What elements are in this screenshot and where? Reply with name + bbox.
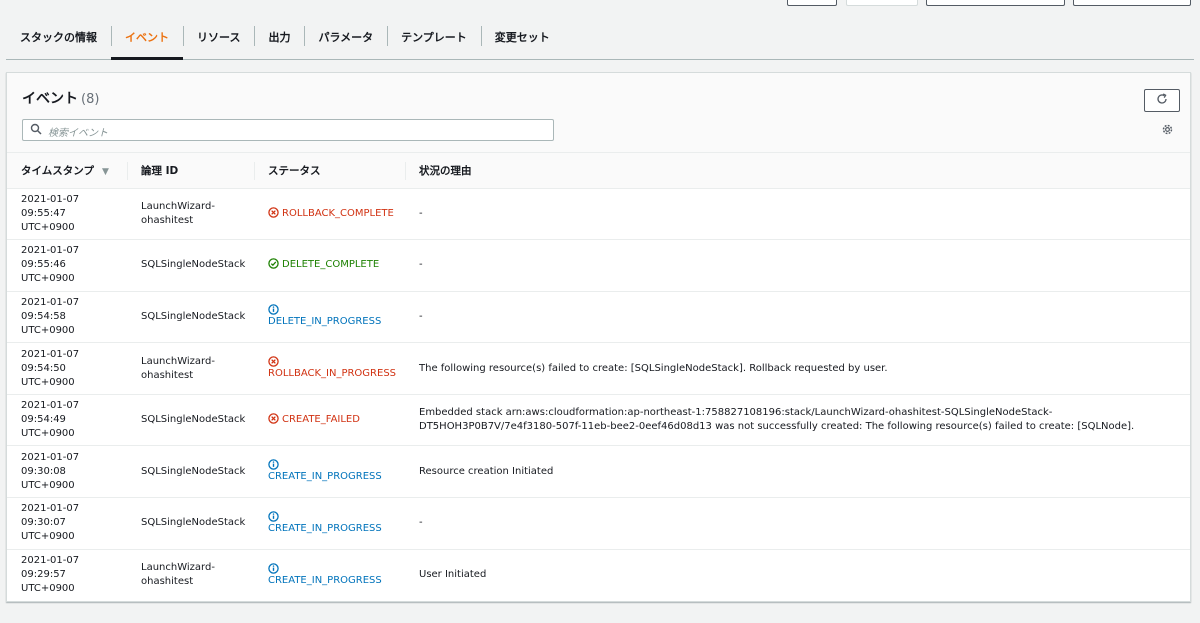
table-row: 2021-01-07 09:30:08 UTC+0900 SQLSingleNod… (7, 445, 1190, 499)
column-header-logical-id: 論理 ID (127, 153, 254, 189)
cell-status-reason: Resource creation Initiated (405, 445, 1190, 499)
cell-logical-id: SQLSingleNodeStack (127, 239, 254, 292)
stack-detail-tabs: スタックの情報 イベント リソース 出力 パラメータ テンプレート 変更セット (6, 18, 1194, 60)
column-header-label: 状況の理由 (419, 164, 472, 177)
panel-title: イベント (8) (22, 88, 99, 108)
cell-status: ROLLBACK_COMPLETE (254, 188, 405, 241)
cell-status-reason: The following resource(s) failed to crea… (405, 342, 1190, 395)
table-row: 2021-01-07 09:54:58 UTC+0900 SQLSingleNod… (7, 291, 1190, 344)
sort-descending-icon[interactable]: ▼ (102, 167, 109, 177)
info-circle-icon (268, 459, 397, 470)
cell-logical-id: SQLSingleNodeStack (127, 291, 254, 344)
error-circle-x-icon (268, 207, 279, 221)
cell-status: CREATE_FAILED (254, 394, 405, 447)
search-placeholder: 検索イベント (48, 128, 108, 139)
top-action-buttons (0, 0, 1200, 6)
tab-1[interactable]: イベント (111, 18, 183, 60)
status-indicator: DELETE_COMPLETE (268, 258, 379, 272)
status-label: CREATE_IN_PROGRESS (268, 522, 382, 534)
cell-status: CREATE_IN_PROGRESS (254, 497, 405, 550)
cell-timestamp: 2021-01-07 09:30:07 UTC+0900 (7, 497, 127, 550)
cell-status: CREATE_IN_PROGRESS (254, 445, 405, 499)
status-indicator: CREATE_IN_PROGRESS (268, 562, 397, 588)
table-row: 2021-01-07 09:30:07 UTC+0900 SQLSingleNod… (7, 497, 1190, 550)
cell-timestamp: 2021-01-07 09:29:57 UTC+0900 (21, 555, 80, 595)
status-label: CREATE_IN_PROGRESS (268, 574, 382, 586)
column-header-reason: 状況の理由 (405, 153, 1190, 189)
top-action-button-2[interactable] (846, 0, 918, 6)
table-header-row: タイムスタンプ ▼ 論理 ID ステータス 状況の理由 (7, 153, 1190, 189)
status-indicator: CREATE_IN_PROGRESS (268, 511, 397, 536)
table-row: 2021-01-07 09:55:46 UTC+0900 SQLSingleNod… (7, 239, 1190, 292)
status-indicator: CREATE_FAILED (268, 413, 360, 427)
column-header-label: ステータス (268, 164, 321, 177)
cell-status: ROLLBACK_IN_PROGRESS (254, 342, 405, 395)
status-label: ROLLBACK_COMPLETE (282, 207, 394, 219)
status-indicator: ROLLBACK_IN_PROGRESS (268, 356, 397, 381)
cell-status-reason: - (405, 188, 1190, 241)
refresh-button[interactable] (1144, 89, 1180, 112)
search-events-input[interactable]: 検索イベント (22, 119, 554, 141)
tab-6[interactable]: 変更セット (480, 18, 564, 59)
cell-timestamp: 2021-01-07 09:54:58 UTC+0900 (7, 291, 127, 344)
tab-0[interactable]: スタックの情報 (6, 18, 111, 59)
top-action-button-4[interactable] (1073, 0, 1191, 6)
status-label: DELETE_COMPLETE (282, 259, 380, 271)
table-row: 2021-01-07 09:29:57 UTC+0900 LaunchWizard… (7, 549, 1190, 601)
tab-4[interactable]: パラメータ (304, 18, 387, 59)
status-label: ROLLBACK_IN_PROGRESS (268, 368, 397, 380)
info-circle-icon (268, 304, 397, 316)
success-circle-check-icon (268, 258, 279, 272)
cell-timestamp: 2021-01-07 09:55:46 UTC+0900 (7, 239, 127, 292)
column-header-label: タイムスタンプ (21, 164, 94, 177)
cell-status-reason: - (405, 497, 1190, 550)
cell-status-reason: User Initiated (419, 569, 487, 581)
cell-timestamp: 2021-01-07 09:54:50 UTC+0900 (7, 342, 127, 395)
top-action-button-3[interactable] (926, 0, 1065, 6)
cell-logical-id: LaunchWizard- ohashitest (141, 562, 215, 588)
tab-5[interactable]: テンプレート (387, 18, 481, 59)
cell-logical-id: LaunchWizard- ohashitest (127, 342, 254, 395)
top-action-button-1[interactable] (787, 0, 837, 6)
gear-icon[interactable] (1161, 123, 1174, 136)
status-indicator: CREATE_IN_PROGRESS (268, 459, 397, 484)
cell-status: DELETE_IN_PROGRESS (254, 291, 405, 344)
refresh-icon (1157, 93, 1167, 104)
cell-logical-id: LaunchWizard- ohashitest (127, 188, 254, 241)
cell-logical-id: SQLSingleNodeStack (127, 394, 254, 447)
status-indicator: DELETE_IN_PROGRESS (268, 304, 397, 329)
error-circle-x-icon (268, 356, 397, 367)
table-row: 2021-01-07 09:55:47 UTC+0900 LaunchWizard… (7, 188, 1190, 241)
cell-timestamp: 2021-01-07 09:30:08 UTC+0900 (7, 445, 127, 499)
cell-timestamp: 2021-01-07 09:55:47 UTC+0900 (7, 188, 127, 241)
cell-status-reason: - (405, 239, 1190, 292)
status-label: DELETE_IN_PROGRESS (268, 316, 382, 328)
column-header-timestamp[interactable]: タイムスタンプ ▼ (7, 153, 127, 189)
search-icon (30, 123, 42, 135)
cell-status: DELETE_COMPLETE (254, 239, 405, 292)
events-table: タイムスタンプ ▼ 論理 ID ステータス 状況の理由 2021-01-07 09… (7, 153, 1190, 601)
table-row: 2021-01-07 09:54:49 UTC+0900 SQLSingleNod… (7, 394, 1190, 447)
info-circle-icon (268, 511, 397, 522)
cell-status-reason: - (405, 291, 1190, 344)
column-header-label: 論理 ID (141, 164, 179, 177)
status-label: CREATE_FAILED (282, 414, 360, 426)
status-label: CREATE_IN_PROGRESS (268, 471, 382, 483)
cell-logical-id: SQLSingleNodeStack (127, 497, 254, 550)
event-count: (8) (81, 92, 100, 107)
events-panel: イベント (8) 検索イベント タイムスタンプ ▼ 論理 ID ステータス 状況… (6, 72, 1191, 602)
table-row: 2021-01-07 09:54:50 UTC+0900 LaunchWizard… (7, 342, 1190, 395)
status-indicator: ROLLBACK_COMPLETE (268, 207, 394, 221)
cell-status: CREATE_IN_PROGRESS (254, 549, 405, 601)
column-header-status: ステータス (254, 153, 405, 189)
cell-status-reason: Embedded stack arn:aws:cloudformation:ap… (405, 394, 1190, 447)
tab-3[interactable]: 出力 (254, 18, 304, 59)
error-circle-x-icon (268, 413, 279, 427)
cell-timestamp: 2021-01-07 09:54:49 UTC+0900 (7, 394, 127, 447)
events-panel-header: イベント (8) 検索イベント (7, 73, 1190, 153)
info-circle-icon (268, 562, 397, 574)
tab-2[interactable]: リソース (183, 18, 254, 59)
panel-title-text: イベント (22, 91, 78, 107)
cell-logical-id: SQLSingleNodeStack (127, 445, 254, 499)
